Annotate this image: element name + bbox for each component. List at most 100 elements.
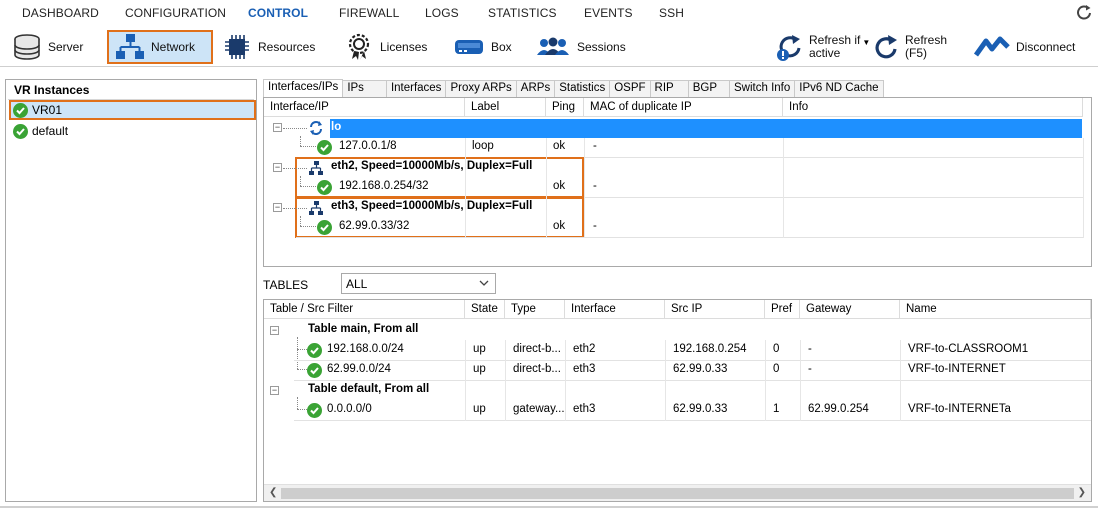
scroll-left-icon[interactable]: ❮ (269, 487, 277, 498)
licenses-label: Licenses (380, 40, 428, 54)
tab-bgp[interactable]: BGP (687, 80, 730, 97)
refresh-button[interactable]: Refresh (F5) (872, 30, 947, 64)
col-ping[interactable]: Ping (546, 98, 584, 117)
interface-name[interactable]: eth3, Speed=10000Mb/s, Duplex=Full (331, 200, 532, 212)
route-src-ip: 62.99.0.33 (673, 363, 728, 375)
ok-check-icon (13, 102, 28, 118)
license-badge-icon (348, 33, 370, 60)
collapse-toggle[interactable]: − (273, 163, 282, 172)
nav-statistics[interactable]: STATISTICS (488, 6, 557, 20)
interface-name[interactable]: lo (331, 121, 341, 133)
vr-instance-label: default (32, 124, 69, 138)
col-src-ip[interactable]: Src IP (665, 300, 765, 319)
col-pref[interactable]: Pref (765, 300, 800, 319)
col-state[interactable]: State (465, 300, 505, 319)
collapse-toggle[interactable]: − (270, 326, 279, 335)
vr-instance-default[interactable]: default (9, 121, 256, 141)
table-group-title[interactable]: Table default, From all (308, 383, 429, 395)
col-label[interactable]: Label (465, 98, 546, 117)
table-group-title[interactable]: Table main, From all (308, 323, 418, 335)
tree-line (283, 128, 307, 129)
collapse-toggle[interactable]: − (273, 123, 282, 132)
route-destination[interactable]: 192.168.0.0/24 (327, 343, 404, 355)
nav-configuration[interactable]: CONFIGURATION (125, 6, 226, 20)
col-separator (783, 138, 784, 238)
refresh-label: Refresh (F5) (905, 34, 947, 60)
tab-ospf[interactable]: OSPF (609, 80, 651, 97)
tab-ips[interactable]: IPs (342, 80, 387, 97)
collapse-toggle[interactable]: − (273, 203, 282, 212)
tree-line (300, 146, 316, 147)
tree-line (297, 409, 307, 410)
resources-button[interactable]: Resources (222, 30, 315, 64)
col-interface-ip[interactable]: Interface/IP (264, 98, 465, 117)
disconnect-label: Disconnect (1016, 40, 1076, 54)
row-divider (294, 420, 1091, 421)
horizontal-scrollbar[interactable]: ❮ ❯ (264, 484, 1091, 501)
route-gateway: 62.99.0.254 (808, 403, 869, 415)
tab-interfaces-ips[interactable]: Interfaces/IPs (263, 79, 344, 97)
interface-name[interactable]: eth2, Speed=10000Mb/s, Duplex=Full (331, 160, 532, 172)
nav-logs[interactable]: LOGS (425, 6, 459, 20)
interface-ip[interactable]: 62.99.0.33/32 (339, 220, 409, 232)
col-name[interactable]: Name (900, 300, 1091, 319)
nav-ssh[interactable]: SSH (659, 6, 684, 20)
route-destination[interactable]: 62.99.0.0/24 (327, 363, 391, 375)
scroll-thumb[interactable] (281, 488, 1074, 499)
tables-filter-value: ALL (346, 277, 368, 291)
server-button[interactable]: Server (12, 30, 83, 64)
tab-switch-info[interactable]: Switch Info (729, 80, 796, 97)
scroll-right-icon[interactable]: ❯ (1078, 487, 1086, 498)
refresh-line1: Refresh (905, 33, 948, 47)
nav-control[interactable]: CONTROL (248, 6, 308, 20)
vr-instances-title: VR Instances (14, 83, 90, 97)
network-interface-icon (309, 161, 323, 175)
col-separator (800, 340, 801, 421)
ok-check-icon (317, 180, 332, 195)
dropdown-caret-icon[interactable]: ▼ (862, 38, 870, 47)
sessions-label: Sessions (577, 40, 626, 54)
col-interface[interactable]: Interface (565, 300, 665, 319)
interface-ip[interactable]: 127.0.0.1/8 (339, 140, 397, 152)
tree-line (297, 397, 298, 409)
route-pref: 0 (773, 363, 780, 375)
vr-instance-vr01[interactable]: VR01 (9, 100, 256, 120)
tab-rip[interactable]: RIP (649, 80, 689, 97)
tab-interfaces[interactable]: Interfaces (385, 80, 447, 97)
col-separator (765, 340, 766, 421)
interface-ip[interactable]: 192.168.0.254/32 (339, 180, 429, 192)
col-separator (900, 340, 901, 421)
refresh-if-active-line1: Refresh if (809, 33, 861, 47)
tab-arps[interactable]: ARPs (515, 80, 556, 97)
tree-line (283, 208, 307, 209)
collapse-toggle[interactable]: − (270, 386, 279, 395)
col-info[interactable]: Info (783, 98, 1083, 117)
refresh-alert-icon (777, 35, 801, 61)
disconnect-button[interactable]: Disconnect (974, 30, 1075, 64)
box-button[interactable]: Box (453, 30, 512, 64)
sessions-button[interactable]: Sessions (535, 30, 626, 64)
routing-tables-grid: Table / Src Filter State Type Interface … (263, 299, 1092, 502)
route-src-ip: 192.168.0.254 (673, 343, 747, 355)
tab-proxy-arps[interactable]: Proxy ARPs (445, 80, 517, 97)
network-button[interactable]: Network (107, 30, 213, 64)
col-separator (1083, 138, 1084, 238)
users-icon (537, 37, 569, 55)
tab-statistics[interactable]: Statistics (554, 80, 611, 97)
vr-instance-label: VR01 (32, 103, 63, 117)
tab-ipv6-nd-cache[interactable]: IPv6 ND Cache (794, 80, 884, 97)
nav-events[interactable]: EVENTS (584, 6, 633, 20)
col-type[interactable]: Type (505, 300, 565, 319)
col-gateway[interactable]: Gateway (800, 300, 900, 319)
route-name: VRF-to-INTERNETa (908, 403, 1011, 415)
refresh-if-active-dropdown[interactable]: Refresh if active ▼ (776, 30, 870, 64)
nav-firewall[interactable]: FIREWALL (339, 6, 399, 20)
nav-dashboard[interactable]: DASHBOARD (22, 6, 99, 20)
licenses-button[interactable]: Licenses (346, 30, 427, 64)
col-table-src-filter[interactable]: Table / Src Filter (264, 300, 465, 319)
tables-filter-select[interactable]: ALL (341, 273, 496, 294)
refresh-icon[interactable] (1076, 4, 1092, 20)
route-destination[interactable]: 0.0.0.0/0 (327, 403, 372, 415)
col-mac-duplicate[interactable]: MAC of duplicate IP (584, 98, 783, 117)
route-pref: 1 (773, 403, 780, 415)
